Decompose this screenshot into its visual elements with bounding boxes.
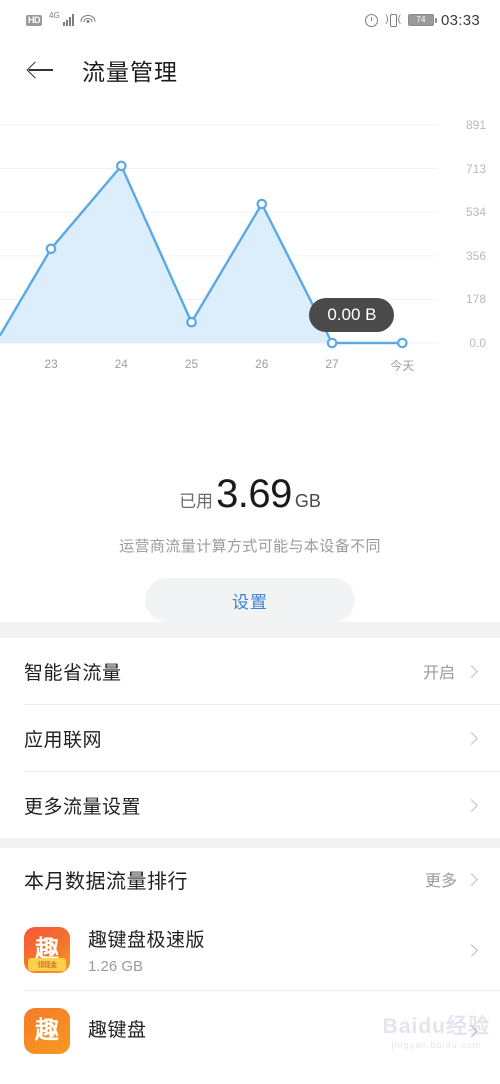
app-list-item[interactable]: 趣 趣键盘: [0, 991, 500, 1071]
row-label: 应用联网: [24, 729, 103, 751]
ranking-more-label[interactable]: 更多: [425, 867, 457, 891]
app-name: 趣键盘: [88, 1019, 147, 1041]
alarm-icon: [365, 13, 379, 27]
usage-value: 3.69: [216, 472, 292, 516]
chart-y-tick: 178: [465, 292, 486, 307]
chart-y-tick: 356: [465, 248, 486, 263]
app-icon-ribbon: 领现金: [28, 958, 66, 971]
settings-list: 智能省流量 开启 应用联网 更多流量设置: [0, 638, 500, 838]
page-header: 流量管理: [0, 40, 500, 100]
app-icon-glyph: 趣: [35, 1017, 59, 1044]
app-info: 趣键盘极速版 1.26 GB: [88, 925, 467, 975]
settings-button[interactable]: 设置: [145, 578, 355, 622]
chart-x-tick: 24: [114, 357, 128, 371]
wifi-icon: [80, 14, 96, 26]
app-info: 趣键盘: [88, 1015, 467, 1048]
row-label: 更多流量设置: [24, 796, 142, 818]
usage-summary: 已用 3.69 GB 运营商流量计算方式可能与本设备不同 设置: [0, 460, 500, 622]
chart-y-tick: 534: [465, 205, 486, 220]
chart-y-tick: 891: [465, 118, 486, 132]
battery-icon: 74: [407, 14, 437, 26]
app-name: 趣键盘极速版: [88, 930, 206, 951]
signal-bars-icon: [62, 14, 74, 26]
vibrate-icon: )(: [385, 13, 401, 27]
chart-canvas: [0, 124, 438, 349]
row-value: 开启: [422, 665, 455, 682]
usage-amount-line: 已用 3.69 GB: [0, 472, 500, 517]
status-bar: HD 4G )( 74 03:33: [0, 0, 500, 40]
app-icon-qukeyboard: 趣: [24, 1008, 70, 1054]
usage-disclaimer: 运营商流量计算方式可能与本设备不同: [119, 538, 381, 555]
data-usage-chart: 891 713 534 356 178 0.0 23 24 25 26 27 今天 0.00 B: [0, 100, 500, 460]
row-smart-data-saver[interactable]: 智能省流量 开启: [0, 638, 500, 704]
chart-x-tick: 26: [255, 357, 269, 371]
status-bar-clock: 03:33: [440, 11, 480, 29]
app-list-item[interactable]: 趣 领现金 趣键盘极速版 1.26 GB: [0, 910, 500, 990]
ranking-section: 本月数据流量排行 更多 趣 领现金 趣键盘极速版 1.26 GB 趣 趣键盘: [0, 848, 500, 1071]
usage-unit: GB: [294, 491, 321, 511]
ranking-title: 本月数据流量排行: [24, 870, 188, 893]
chart-x-tick: 27: [325, 357, 339, 371]
chart-y-tick: 0.0: [469, 336, 486, 350]
row-more-data-settings[interactable]: 更多流量设置: [0, 772, 500, 838]
chevron-right-icon[interactable]: [465, 872, 478, 886]
row-app-network-access[interactable]: 应用联网: [0, 705, 500, 771]
chart-tooltip: 0.00 B: [309, 298, 395, 332]
chevron-right-icon: [465, 798, 478, 812]
back-arrow-icon[interactable]: [26, 55, 56, 85]
hd-icon: HD: [26, 14, 42, 26]
chart-x-tick: 23: [44, 357, 58, 371]
network-type-label: 4G: [49, 10, 60, 20]
status-bar-right: )( 74 03:33: [365, 12, 480, 29]
usage-prefix-label: 已用: [179, 492, 214, 511]
chart-y-tick: 713: [465, 161, 486, 176]
chart-x-tick: 25: [184, 357, 199, 371]
settings-button-wrap: 设置: [0, 578, 500, 622]
status-bar-left: HD 4G: [26, 10, 96, 26]
chevron-right-icon: [465, 1024, 478, 1038]
chart-x-tick: 今天: [390, 359, 415, 373]
ranking-header: 本月数据流量排行 更多: [0, 848, 500, 910]
battery-level: 74: [408, 15, 433, 25]
row-label: 智能省流量: [24, 662, 122, 684]
app-data-size: 1.26 GB: [88, 958, 144, 975]
chevron-right-icon: [465, 664, 478, 678]
section-divider-1: [0, 622, 500, 638]
section-divider-2: [0, 838, 500, 848]
chevron-right-icon: [465, 731, 478, 745]
app-icon-qukeyboard-speed: 趣 领现金: [24, 927, 70, 973]
page-title: 流量管理: [82, 59, 178, 85]
chevron-right-icon: [465, 943, 478, 957]
